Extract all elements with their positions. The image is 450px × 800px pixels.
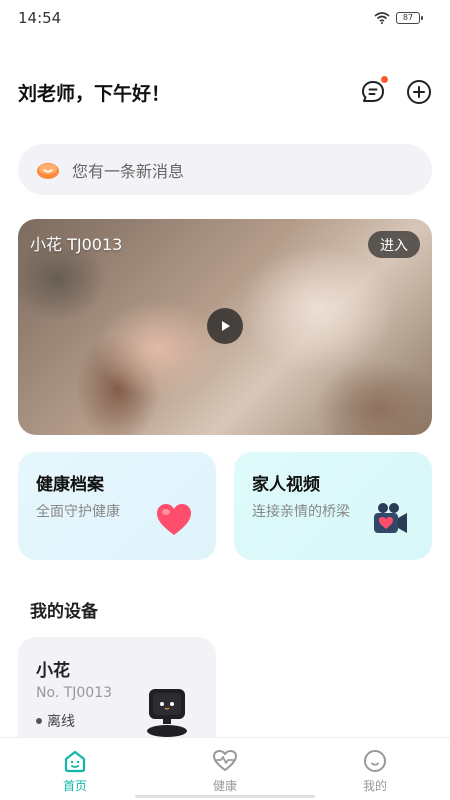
tab-profile[interactable]: 我的 [315, 738, 435, 800]
greeting-title: 刘老师，下午好！ [18, 82, 171, 105]
tab-health[interactable]: 健康 [165, 738, 285, 800]
device-status-text: 离线 [47, 714, 75, 730]
my-devices-title: 我的设备 [30, 602, 98, 622]
new-message-text: 您有一条新消息 [72, 161, 185, 181]
live-video-card[interactable]: 小花 TJ0013 进入 [18, 219, 432, 435]
messages-button[interactable] [360, 76, 388, 105]
message-mascot-icon [37, 162, 59, 179]
tab-profile-label: 我的 [362, 779, 387, 793]
health-records-card[interactable]: 健康档案 全面守护健康 [18, 452, 216, 560]
device-status: 离线 [36, 711, 75, 731]
chat-bubble-icon [362, 81, 384, 102]
device-card[interactable]: 小花 No. TJ0013 离线 [18, 637, 216, 737]
play-button[interactable] [207, 308, 243, 344]
notification-dot [381, 76, 388, 83]
header-actions [360, 76, 432, 105]
home-icon [64, 750, 86, 773]
battery-icon: 87 [396, 12, 423, 24]
robot-device-icon [147, 689, 187, 737]
status-bar: 14:54 87 [0, 0, 450, 36]
bottom-tab-bar: 首页 健康 我的 [0, 737, 450, 800]
profile-icon [364, 750, 386, 772]
video-device-title: 小花 TJ0013 [30, 235, 123, 254]
plus-circle-icon [407, 80, 431, 104]
heart-icon [157, 504, 191, 535]
new-message-bar[interactable]: 您有一条新消息 [18, 144, 432, 195]
device-name: 小花 [36, 661, 70, 681]
home-indicator [135, 795, 315, 798]
video-camera-icon [374, 503, 407, 533]
enter-button[interactable]: 进入 [368, 231, 420, 258]
health-heart-icon [213, 750, 237, 771]
status-time: 14:54 [18, 9, 62, 27]
family-video-title: 家人视频 [252, 475, 320, 495]
header: 刘老师，下午好！ [18, 70, 432, 114]
status-dot [36, 718, 42, 724]
family-video-card[interactable]: 家人视频 连接亲情的桥梁 [234, 452, 432, 560]
play-icon [222, 321, 230, 331]
tab-home[interactable]: 首页 [15, 738, 135, 800]
health-records-title: 健康档案 [36, 475, 104, 495]
status-icons: 87 [374, 12, 423, 24]
family-video-subtitle: 连接亲情的桥梁 [252, 504, 350, 520]
tab-health-label: 健康 [212, 779, 237, 793]
add-button[interactable] [406, 79, 432, 105]
device-number: No. TJ0013 [36, 685, 113, 701]
wifi-icon [374, 12, 390, 24]
health-records-subtitle: 全面守护健康 [36, 504, 120, 520]
tab-home-label: 首页 [62, 779, 87, 793]
